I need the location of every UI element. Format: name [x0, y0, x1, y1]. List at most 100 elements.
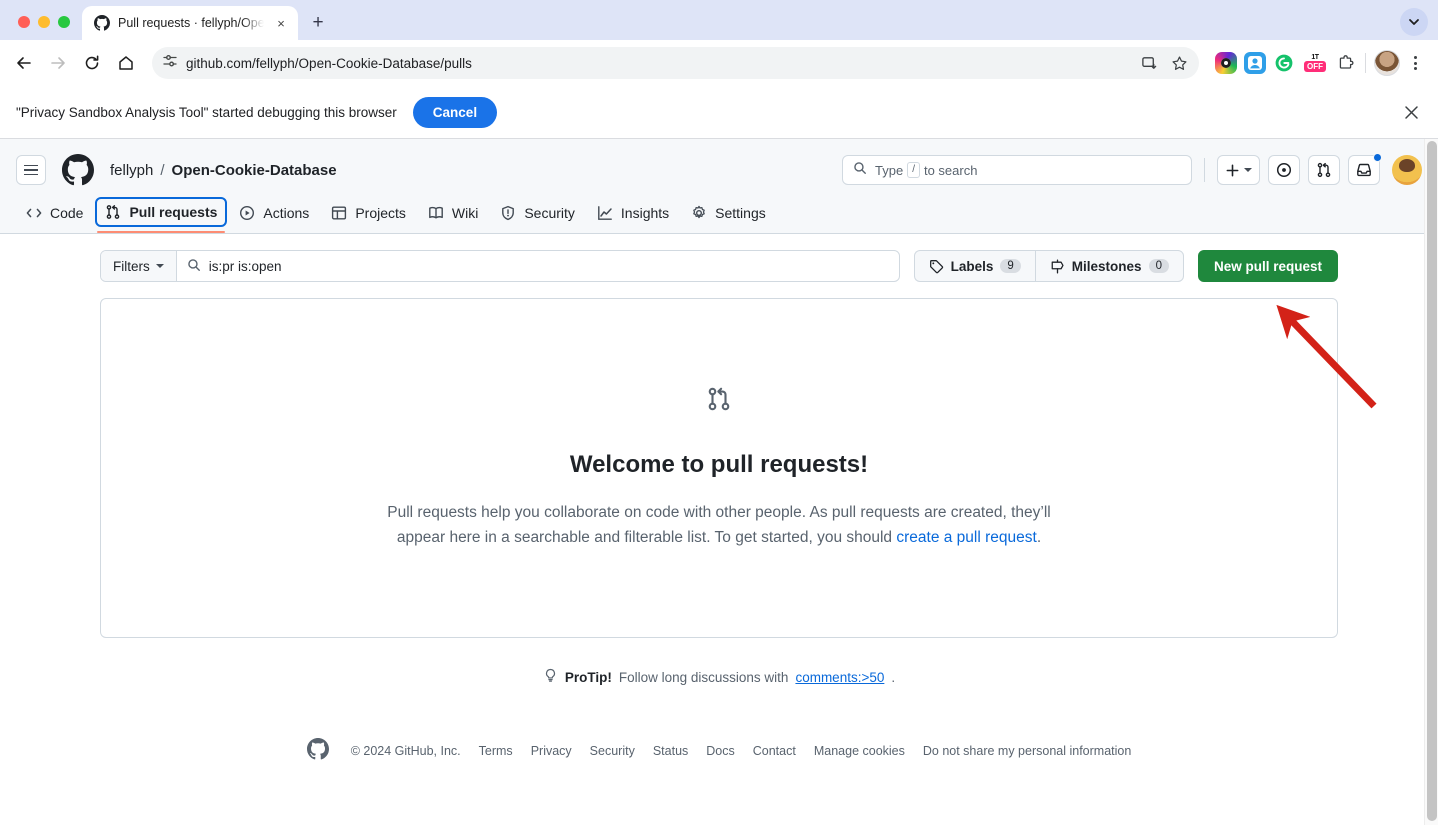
blankslate-description: Pull requests help you collaborate on co…	[384, 501, 1054, 549]
forward-icon[interactable]	[42, 47, 74, 79]
github-logo-icon[interactable]	[62, 154, 94, 186]
pull-requests-blankslate: Welcome to pull requests! Pull requests …	[100, 298, 1338, 638]
repo-nav-item-wiki[interactable]: Wiki	[418, 197, 488, 233]
address-bar[interactable]: github.com/fellyph/Open-Cookie-Database/…	[152, 47, 1199, 79]
chrome-profile-avatar[interactable]	[1374, 50, 1400, 76]
url-text: github.com/fellyph/Open-Cookie-Database/…	[186, 55, 472, 71]
page-scrollbar[interactable]	[1424, 139, 1438, 825]
site-settings-icon[interactable]	[162, 53, 178, 74]
privacy-off-badge: OFF	[1304, 61, 1326, 72]
chevron-down-icon	[155, 264, 164, 268]
close-tab-button[interactable]: ×	[272, 14, 290, 32]
footer-link-manage-cookies[interactable]: Manage cookies	[814, 744, 905, 758]
filters-label: Filters	[113, 258, 150, 274]
protip-suffix: .	[891, 669, 896, 685]
protip-link[interactable]: comments:>50	[795, 670, 884, 685]
home-icon[interactable]	[110, 47, 142, 79]
github-mark-icon	[306, 738, 329, 763]
create-pull-request-link[interactable]: create a pull request	[896, 529, 1036, 546]
close-window-button[interactable]	[18, 16, 30, 28]
new-pull-request-button[interactable]: New pull request	[1197, 250, 1338, 282]
privacy-off-top-label: 1T	[1311, 54, 1319, 61]
instagram-extension-icon[interactable]	[1215, 52, 1237, 74]
repo-nav-item-projects[interactable]: Projects	[321, 197, 416, 233]
repo-nav-label: Settings	[715, 205, 766, 221]
repo-nav-item-settings[interactable]: Settings	[681, 197, 776, 233]
extensions-puzzle-icon[interactable]	[1335, 52, 1357, 74]
search-icon	[853, 161, 867, 180]
maximize-window-button[interactable]	[58, 16, 70, 28]
footer-link-contact[interactable]: Contact	[753, 744, 796, 758]
footer-link-privacy[interactable]: Privacy	[531, 744, 572, 758]
privacy-off-extension-icon[interactable]: 1T OFF	[1302, 52, 1328, 74]
create-new-button[interactable]	[1217, 155, 1260, 185]
labels-button[interactable]: Labels 9	[913, 250, 1035, 282]
footer-link-status[interactable]: Status	[653, 744, 688, 758]
star-icon[interactable]	[1165, 49, 1193, 77]
debugging-infobar: "Privacy Sandbox Analysis Tool" started …	[0, 86, 1438, 139]
repo-nav-item-code[interactable]: Code	[16, 197, 93, 233]
footer-link-security[interactable]: Security	[590, 744, 635, 758]
tab-search-button[interactable]	[1400, 8, 1428, 36]
breadcrumb-repo[interactable]: Open-Cookie-Database	[172, 162, 337, 179]
header-divider	[1204, 158, 1205, 182]
filter-bar: Filters is:pr is:open Labels 9 Milestone…	[100, 250, 1338, 282]
milestone-icon	[1051, 258, 1064, 274]
chrome-menu-icon[interactable]	[1402, 50, 1428, 76]
pull-request-icon[interactable]	[1308, 155, 1340, 185]
notification-dot	[1373, 153, 1382, 162]
cancel-button[interactable]: Cancel	[412, 96, 498, 128]
milestones-button[interactable]: Milestones 0	[1034, 250, 1184, 282]
repo-nav-item-insights[interactable]: Insights	[587, 197, 679, 233]
graph-icon	[598, 206, 612, 220]
pull-requests-content: Filters is:pr is:open Labels 9 Milestone…	[0, 234, 1438, 763]
search-shortcut-key: /	[907, 162, 920, 178]
code-icon	[26, 208, 42, 218]
hamburger-menu-icon[interactable]	[16, 155, 46, 185]
milestones-label: Milestones	[1071, 258, 1142, 274]
back-icon[interactable]	[8, 47, 40, 79]
search-input[interactable]: Type / to search	[842, 155, 1192, 185]
shield-icon	[502, 205, 515, 221]
minimize-window-button[interactable]	[38, 16, 50, 28]
new-tab-button[interactable]: +	[304, 9, 332, 37]
footer-link-terms[interactable]: Terms	[479, 744, 513, 758]
play-circle-icon	[240, 205, 255, 221]
filters-dropdown[interactable]: Filters	[101, 251, 177, 281]
pull-request-icon	[107, 205, 120, 219]
contact-extension-icon[interactable]	[1244, 52, 1266, 74]
filter-search-input[interactable]: is:pr is:open	[177, 251, 899, 281]
scrollbar-thumb[interactable]	[1427, 141, 1437, 821]
repo-nav-item-actions[interactable]: Actions	[229, 197, 319, 233]
window-traffic-lights[interactable]	[0, 16, 82, 40]
close-icon[interactable]	[1398, 99, 1424, 125]
blankslate-title: Welcome to pull requests!	[569, 451, 869, 479]
breadcrumb-owner[interactable]: fellyph	[110, 162, 153, 179]
footer-copyright: © 2024 GitHub, Inc.	[350, 743, 461, 758]
repo-nav: Code Pull requests Actions Projects Wiki	[16, 191, 1422, 233]
issues-icon[interactable]	[1268, 155, 1300, 185]
gear-icon	[693, 205, 705, 219]
repo-nav-label: Pull requests	[129, 204, 218, 220]
breadcrumb-separator: /	[160, 161, 165, 179]
install-app-icon[interactable]	[1135, 49, 1163, 77]
infobar-message: "Privacy Sandbox Analysis Tool" started …	[16, 104, 397, 120]
footer-link-do-not-share[interactable]: Do not share my personal information	[923, 744, 1131, 758]
inbox-icon[interactable]	[1348, 153, 1382, 185]
lightbulb-icon	[543, 668, 558, 686]
grammarly-extension-icon[interactable]	[1273, 52, 1295, 74]
reload-icon[interactable]	[76, 47, 108, 79]
protip: ProTip! Follow long discussions with com…	[100, 668, 1338, 686]
table-icon	[332, 206, 347, 220]
pull-request-icon	[706, 386, 732, 417]
milestones-count: 0	[1148, 259, 1169, 273]
user-avatar[interactable]	[1392, 155, 1422, 185]
repo-nav-item-security[interactable]: Security	[490, 197, 585, 233]
browser-tab[interactable]: Pull requests · fellyph/Open-C ×	[82, 6, 298, 40]
labels-label: Labels	[950, 258, 994, 274]
repo-nav-item-pull-requests[interactable]: Pull requests	[95, 197, 228, 233]
chevron-down-icon	[1244, 168, 1252, 172]
tab-strip: Pull requests · fellyph/Open-C × +	[0, 0, 1438, 40]
extension-icons: 1T OFF	[1209, 52, 1357, 74]
footer-link-docs[interactable]: Docs	[706, 744, 734, 758]
